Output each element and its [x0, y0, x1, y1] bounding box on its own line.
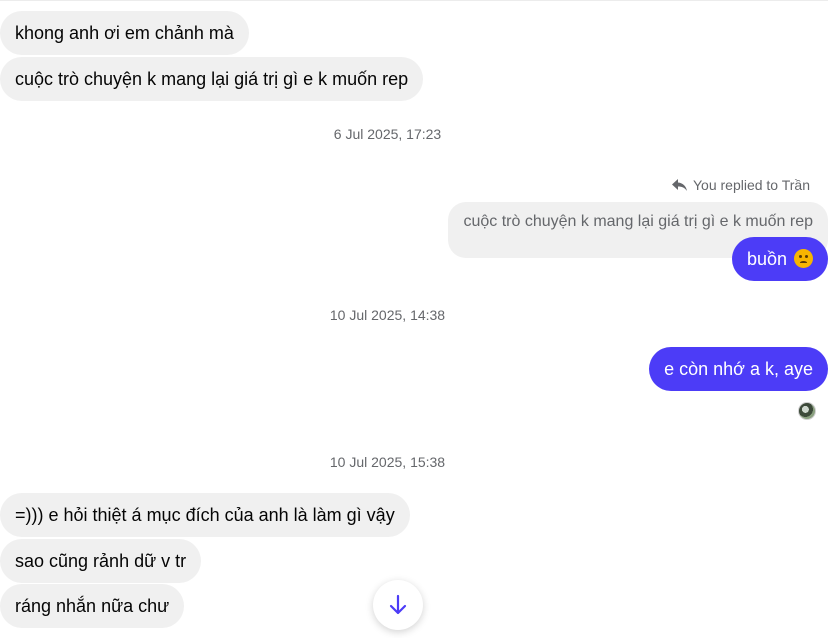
reply-label-text: You replied to Trần	[692, 177, 810, 193]
seen-avatar	[798, 402, 816, 420]
incoming-message[interactable]: khong anh ơi em chảnh mà	[0, 11, 249, 55]
incoming-message[interactable]: =))) e hỏi thiệt á mục đích của anh là l…	[0, 493, 410, 537]
reply-arrow-icon	[671, 178, 687, 191]
scroll-to-bottom-button[interactable]	[373, 580, 423, 630]
incoming-message[interactable]: cuộc trò chuyện k mang lại giá trị gì e …	[0, 57, 424, 101]
message-timestamp: 6 Jul 2025, 17:23	[333, 126, 442, 142]
message-timestamp: 10 Jul 2025, 14:38	[329, 307, 446, 323]
message-timestamp: 10 Jul 2025, 15:38	[329, 454, 446, 470]
outgoing-message-text: buồn	[746, 249, 787, 269]
arrow-down-icon	[389, 594, 407, 615]
incoming-message[interactable]: sao cũng rảnh dữ v tr	[0, 539, 202, 583]
incoming-message[interactable]: ráng nhắn nữa chư	[0, 584, 185, 628]
frowning-face-icon	[794, 249, 813, 268]
outgoing-message[interactable]: e còn nhớ a k, aye	[649, 347, 828, 391]
top-divider	[0, 0, 828, 1]
outgoing-message[interactable]: buồn	[731, 237, 828, 281]
reply-context: You replied to Trần	[671, 177, 810, 193]
